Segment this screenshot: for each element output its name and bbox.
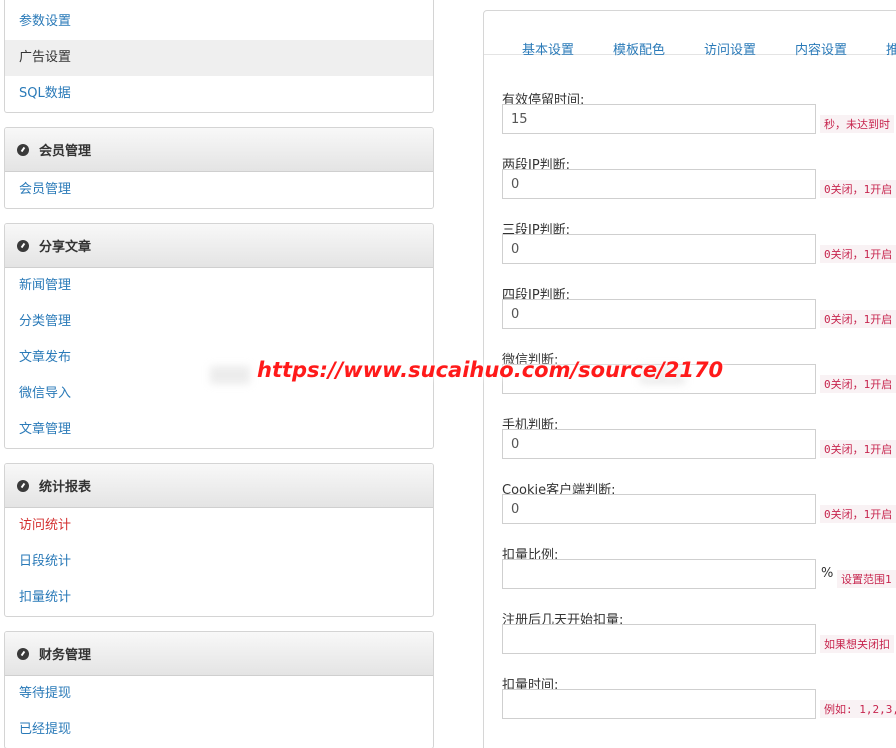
finance-panel-title: 财务管理 <box>39 648 92 663</box>
sidebar-item-category[interactable]: 分类管理 <box>5 304 433 340</box>
share-panel-header[interactable]: 分享文章 <box>5 224 433 268</box>
finance-panel: 财务管理 等待提现 已经提现 <box>4 631 434 748</box>
form-row-deduct-time: 扣量时间: 例如: 1,2,3, <box>502 674 896 719</box>
form-row-stay-time: 有效停留时间: 秒，未达到时 <box>502 89 894 134</box>
tab-bar: 基本设置 模板配色 访问设置 内容设置 推 <box>484 11 896 58</box>
form-hint: 0关闭，1开启 <box>820 375 896 393</box>
form-row-deduct-ratio: 扣量比例: % 设置范围1 <box>502 544 896 589</box>
member-panel-header[interactable]: 会员管理 <box>5 128 433 172</box>
deduct-time-input[interactable] <box>502 689 816 719</box>
stats-panel: 统计报表 访问统计 日段统计 扣量统计 <box>4 463 434 617</box>
member-panel-title: 会员管理 <box>39 144 92 159</box>
cookie-input[interactable] <box>502 494 816 524</box>
form-row-three-ip: 三段IP判断: 0关闭，1开启 <box>502 219 896 264</box>
tab-template-color[interactable]: 模板配色 <box>613 39 665 58</box>
form-row-two-ip: 两段IP判断: 0关闭，1开启 <box>502 154 896 199</box>
sidebar-item-news[interactable]: 新闻管理 <box>5 268 433 304</box>
sidebar-item-params[interactable]: 参数设置 <box>5 4 433 40</box>
form-hint: 例如: 1,2,3, <box>820 700 896 718</box>
sidebar-item-sql[interactable]: SQL数据 <box>5 76 433 112</box>
form-hint: 0关闭，1开启 <box>820 310 896 328</box>
form-row-deduct-days: 注册后几天开始扣量: 如果想关闭扣 <box>502 609 894 654</box>
sidebar-item-period-stats[interactable]: 日段统计 <box>5 544 433 580</box>
deduct-ratio-input[interactable] <box>502 559 816 589</box>
watermark-text: https://www.sucaihuo.com/source/2170 <box>257 358 724 382</box>
member-panel: 会员管理 会员管理 <box>4 127 434 209</box>
sidebar-item-ads[interactable]: 广告设置 <box>5 40 433 76</box>
dashboard-icon <box>17 479 29 492</box>
stats-panel-header[interactable]: 统计报表 <box>5 464 433 508</box>
tab-content[interactable]: 内容设置 <box>795 39 847 58</box>
sidebar-item-visit-stats[interactable]: 访问统计 <box>5 508 433 544</box>
sidebar-item-pending-withdraw[interactable]: 等待提现 <box>5 676 433 712</box>
sidebar-item-done-withdraw[interactable]: 已经提现 <box>5 712 433 748</box>
tab-more[interactable]: 推 <box>886 39 896 58</box>
form-hint: 如果想关闭扣 <box>820 635 894 653</box>
form-row-mobile: 手机判断: 0关闭，1开启 <box>502 414 896 459</box>
settings-panel: 参数设置 广告设置 SQL数据 <box>4 0 434 113</box>
form-row-four-ip: 四段IP判断: 0关闭，1开启 <box>502 284 896 329</box>
form-hint: 0关闭，1开启 <box>820 505 896 523</box>
sidebar-item-deduct-stats[interactable]: 扣量统计 <box>5 580 433 616</box>
three-ip-input[interactable] <box>502 234 816 264</box>
sidebar-item-member-manage[interactable]: 会员管理 <box>5 172 433 208</box>
percent-unit: % <box>821 566 834 581</box>
dashboard-icon <box>17 647 29 660</box>
mobile-input[interactable] <box>502 429 816 459</box>
stats-panel-title: 统计报表 <box>39 480 92 495</box>
tab-access[interactable]: 访问设置 <box>704 39 756 58</box>
sidebar-item-article-manage[interactable]: 文章管理 <box>5 412 433 448</box>
four-ip-input[interactable] <box>502 299 816 329</box>
two-ip-input[interactable] <box>502 169 816 199</box>
dashboard-icon <box>17 143 29 156</box>
share-panel: 分享文章 新闻管理 分类管理 文章发布 微信导入 文章管理 <box>4 223 434 449</box>
deduct-days-input[interactable] <box>502 624 816 654</box>
finance-panel-header[interactable]: 财务管理 <box>5 632 433 676</box>
dashboard-icon <box>17 239 29 252</box>
share-panel-title: 分享文章 <box>39 240 92 255</box>
form-hint: 秒，未达到时 <box>820 115 894 133</box>
stay-time-input[interactable] <box>502 104 816 134</box>
form-hint: 0关闭，1开启 <box>820 180 896 198</box>
form-hint: 设置范围1 <box>837 570 896 588</box>
tab-basic[interactable]: 基本设置 <box>522 39 574 58</box>
watermark-blur <box>210 366 250 384</box>
form-hint: 0关闭，1开启 <box>820 440 896 458</box>
form-hint: 0关闭，1开启 <box>820 245 896 263</box>
form-row-cookie: Cookie客户端判断: 0关闭，1开启 <box>502 479 896 524</box>
